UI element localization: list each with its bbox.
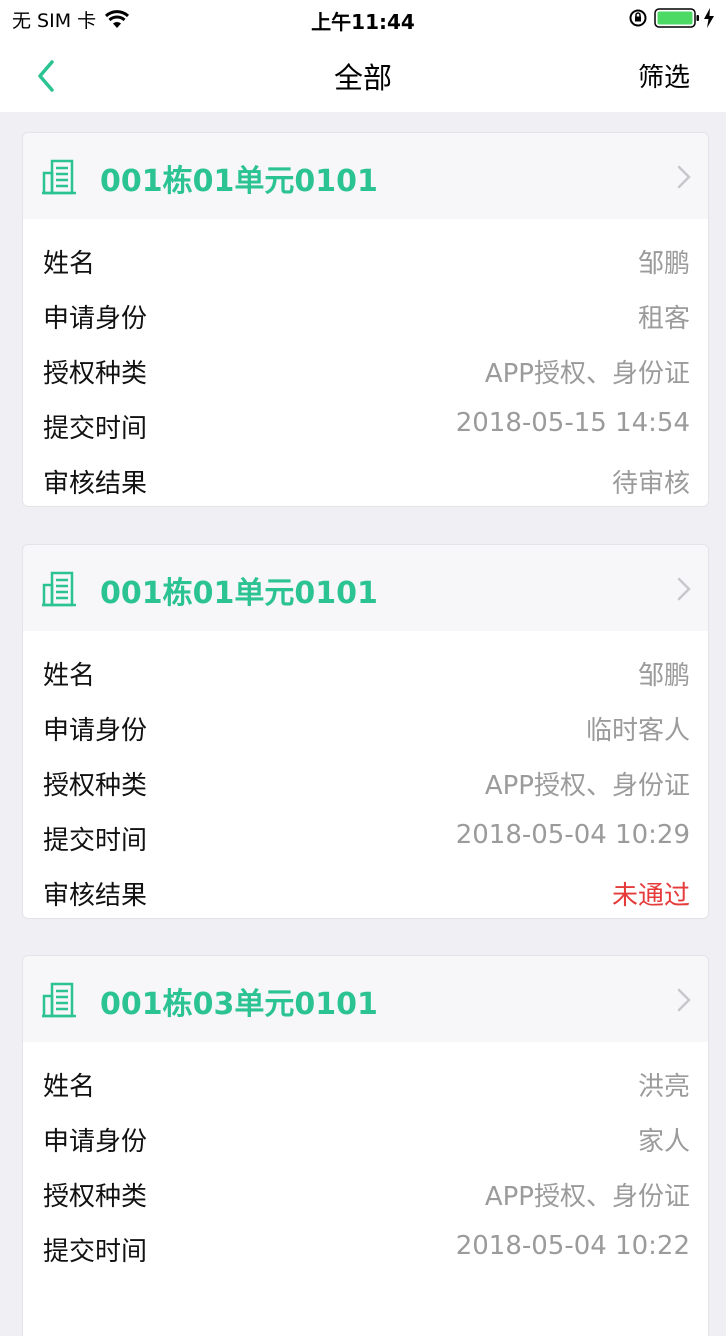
row-label: 姓名	[43, 661, 96, 691]
chevron-right-icon	[677, 988, 691, 1012]
row-value: APP授权、身份证	[484, 359, 690, 389]
row-name: 姓名 洪亮	[23, 1054, 708, 1109]
row-value: 临时客人	[585, 716, 690, 746]
status-time: 上午11:44	[311, 10, 415, 34]
row-label: 审核结果	[43, 469, 148, 499]
row-label: 提交时间	[43, 1237, 148, 1267]
page-title: 全部	[333, 61, 392, 95]
card-body: 姓名 邹鹏 申请身份 临时客人 授权种类 APP授权、身份证 提交时间 2018…	[23, 631, 708, 918]
row-label: 申请身份	[43, 304, 148, 334]
row-submit-time: 提交时间 2018-05-15 14:54	[23, 396, 708, 451]
row-name: 姓名 邹鹏	[23, 231, 708, 286]
charging-icon	[704, 8, 714, 28]
row-label: 授权种类	[43, 771, 148, 801]
record-card[interactable]: 001栋03单元0101 姓名 洪亮 申请身份 家人 授权种类 APP授权、身份…	[22, 955, 709, 1336]
row-label: 审核结果	[43, 881, 148, 911]
row-label: 授权种类	[43, 1182, 148, 1212]
row-identity: 申请身份 租客	[23, 286, 708, 341]
row-value: 洪亮	[637, 1072, 690, 1102]
row-value: 2018-05-04 10:22	[455, 1231, 690, 1261]
record-card[interactable]: 001栋01单元0101 姓名 邹鹏 申请身份 租客 授权种类 APP授权、身份…	[22, 132, 709, 507]
status-bar: 无 SIM 卡 上午11:44	[0, 0, 726, 36]
row-value: 2018-05-15 14:54	[455, 408, 690, 438]
row-label: 姓名	[43, 249, 96, 279]
chevron-right-icon	[677, 577, 691, 601]
row-submit-time: 提交时间 2018-05-04 10:22	[23, 1219, 708, 1274]
row-identity: 申请身份 临时客人	[23, 698, 708, 753]
row-label: 申请身份	[43, 1127, 148, 1157]
status-right	[628, 7, 716, 29]
card-body: 姓名 邹鹏 申请身份 租客 授权种类 APP授权、身份证 提交时间 2018-0…	[23, 219, 708, 506]
rotation-lock-icon	[629, 9, 647, 27]
card-body: 姓名 洪亮 申请身份 家人 授权种类 APP授权、身份证 提交时间 2018-0…	[23, 1042, 708, 1274]
chevron-right-icon	[677, 165, 691, 189]
row-auth-type: 授权种类 APP授权、身份证	[23, 1164, 708, 1219]
card-header[interactable]: 001栋03单元0101	[23, 956, 708, 1042]
status-pending: 待审核	[611, 469, 690, 499]
row-label: 提交时间	[43, 826, 148, 856]
row-value: 邹鹏	[637, 661, 690, 691]
row-identity: 申请身份 家人	[23, 1109, 708, 1164]
battery-icon	[654, 8, 699, 28]
row-value: 2018-05-04 10:29	[455, 820, 690, 850]
building-icon	[42, 982, 76, 1018]
row-review-result: 审核结果 未通过	[23, 863, 708, 918]
card-header[interactable]: 001栋01单元0101	[23, 545, 708, 631]
row-value: 租客	[637, 304, 690, 334]
row-value: APP授权、身份证	[484, 1182, 690, 1212]
record-card[interactable]: 001栋01单元0101 姓名 邹鹏 申请身份 临时客人 授权种类 APP授权、…	[22, 544, 709, 919]
status-rejected: 未通过	[611, 881, 690, 911]
row-value: 家人	[637, 1127, 690, 1157]
unit-title: 001栋03单元0101	[100, 987, 378, 1022]
row-submit-time: 提交时间 2018-05-04 10:29	[23, 808, 708, 863]
building-icon	[42, 159, 76, 195]
row-auth-type: 授权种类 APP授权、身份证	[23, 341, 708, 396]
unit-title: 001栋01单元0101	[100, 576, 378, 611]
row-value: 邹鹏	[637, 249, 690, 279]
row-label: 姓名	[43, 1072, 96, 1102]
row-label: 提交时间	[43, 414, 148, 444]
row-name: 姓名 邹鹏	[23, 643, 708, 698]
row-value: APP授权、身份证	[484, 771, 690, 801]
row-review-result: 审核结果 待审核	[23, 451, 708, 506]
building-icon	[42, 571, 76, 607]
row-label: 授权种类	[43, 359, 148, 389]
row-auth-type: 授权种类 APP授权、身份证	[23, 753, 708, 808]
card-header[interactable]: 001栋01单元0101	[23, 133, 708, 219]
nav-bar: 全部 筛选	[0, 36, 726, 112]
row-label: 申请身份	[43, 716, 148, 746]
unit-title: 001栋01单元0101	[100, 164, 378, 199]
filter-button[interactable]: 筛选	[638, 57, 690, 94]
